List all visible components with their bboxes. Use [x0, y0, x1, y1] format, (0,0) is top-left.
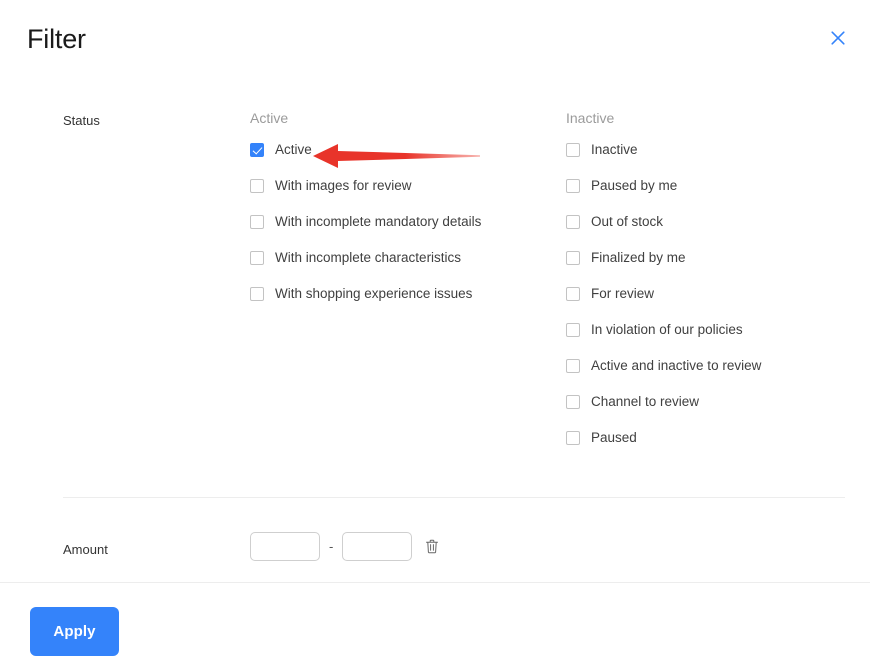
status-section-label: Status [63, 113, 100, 128]
column-header-active: Active [250, 110, 289, 126]
checkbox-row-inactive-2[interactable]: Out of stock [566, 212, 761, 232]
close-button[interactable] [826, 26, 850, 50]
checkbox-inactive-8[interactable] [566, 431, 580, 445]
amount-range-row: - [250, 532, 441, 561]
checkbox-inactive-3[interactable] [566, 251, 580, 265]
checkbox-row-inactive-0[interactable]: Inactive [566, 140, 761, 160]
checkbox-active-0[interactable] [250, 143, 264, 157]
trash-icon [425, 539, 439, 554]
checkbox-label-active-3: With incomplete characteristics [275, 250, 462, 265]
checkbox-active-2[interactable] [250, 215, 264, 229]
section-divider [63, 497, 845, 498]
checkbox-row-active-0[interactable]: Active [250, 140, 481, 160]
checkbox-active-4[interactable] [250, 287, 264, 301]
checkbox-list-active: Active With images for review With incom… [250, 140, 481, 304]
checkbox-row-active-2[interactable]: With incomplete mandatory details [250, 212, 481, 232]
checkbox-label-inactive-5: In violation of our policies [591, 322, 743, 337]
checkbox-inactive-4[interactable] [566, 287, 580, 301]
close-icon [830, 30, 846, 46]
checkbox-label-inactive-4: For review [591, 286, 655, 301]
checkbox-inactive-6[interactable] [566, 359, 580, 373]
checkbox-label-inactive-2: Out of stock [591, 214, 664, 229]
panel-header: Filter [0, 0, 870, 80]
checkbox-label-inactive-1: Paused by me [591, 178, 678, 193]
checkbox-row-inactive-7[interactable]: Channel to review [566, 392, 761, 412]
checkbox-row-inactive-6[interactable]: Active and inactive to review [566, 356, 761, 376]
amount-range-separator: - [329, 538, 334, 554]
checkbox-label-inactive-3: Finalized by me [591, 250, 686, 265]
checkbox-label-active-4: With shopping experience issues [275, 286, 473, 301]
panel-body: Status Active Active With images for rev… [0, 80, 870, 582]
checkbox-row-active-4[interactable]: With shopping experience issues [250, 284, 481, 304]
checkbox-active-3[interactable] [250, 251, 264, 265]
checkbox-label-inactive-0: Inactive [591, 142, 638, 157]
checkbox-label-active-2: With incomplete mandatory details [275, 214, 482, 229]
checkbox-inactive-5[interactable] [566, 323, 580, 337]
filter-panel: Filter Status Active Active With images [0, 0, 870, 666]
amount-min-input[interactable] [250, 532, 320, 561]
checkbox-label-inactive-6: Active and inactive to review [591, 358, 762, 373]
column-header-inactive: Inactive [566, 110, 615, 126]
checkbox-inactive-1[interactable] [566, 179, 580, 193]
checkbox-row-active-3[interactable]: With incomplete characteristics [250, 248, 481, 268]
amount-max-input[interactable] [342, 532, 413, 561]
checkbox-label-active-1: With images for review [275, 178, 412, 193]
amount-clear-button[interactable] [423, 538, 441, 556]
checkbox-row-active-1[interactable]: With images for review [250, 176, 481, 196]
checkbox-active-1[interactable] [250, 179, 264, 193]
checkbox-row-inactive-8[interactable]: Paused [566, 428, 761, 448]
checkbox-row-inactive-1[interactable]: Paused by me [566, 176, 761, 196]
checkbox-label-inactive-8: Paused [591, 430, 637, 445]
apply-button[interactable]: Apply [30, 607, 119, 656]
checkbox-inactive-7[interactable] [566, 395, 580, 409]
checkbox-row-inactive-5[interactable]: In violation of our policies [566, 320, 761, 340]
page-title: Filter [27, 24, 86, 54]
panel-footer: Apply [0, 582, 870, 666]
checkbox-row-inactive-3[interactable]: Finalized by me [566, 248, 761, 268]
checkbox-inactive-2[interactable] [566, 215, 580, 229]
checkbox-list-inactive: Inactive Paused by me Out of stock Final… [566, 140, 761, 448]
amount-section-label: Amount [63, 542, 108, 557]
checkbox-label-active-0: Active [275, 142, 312, 157]
checkbox-label-inactive-7: Channel to review [591, 394, 700, 409]
checkbox-row-inactive-4[interactable]: For review [566, 284, 761, 304]
checkbox-inactive-0[interactable] [566, 143, 580, 157]
